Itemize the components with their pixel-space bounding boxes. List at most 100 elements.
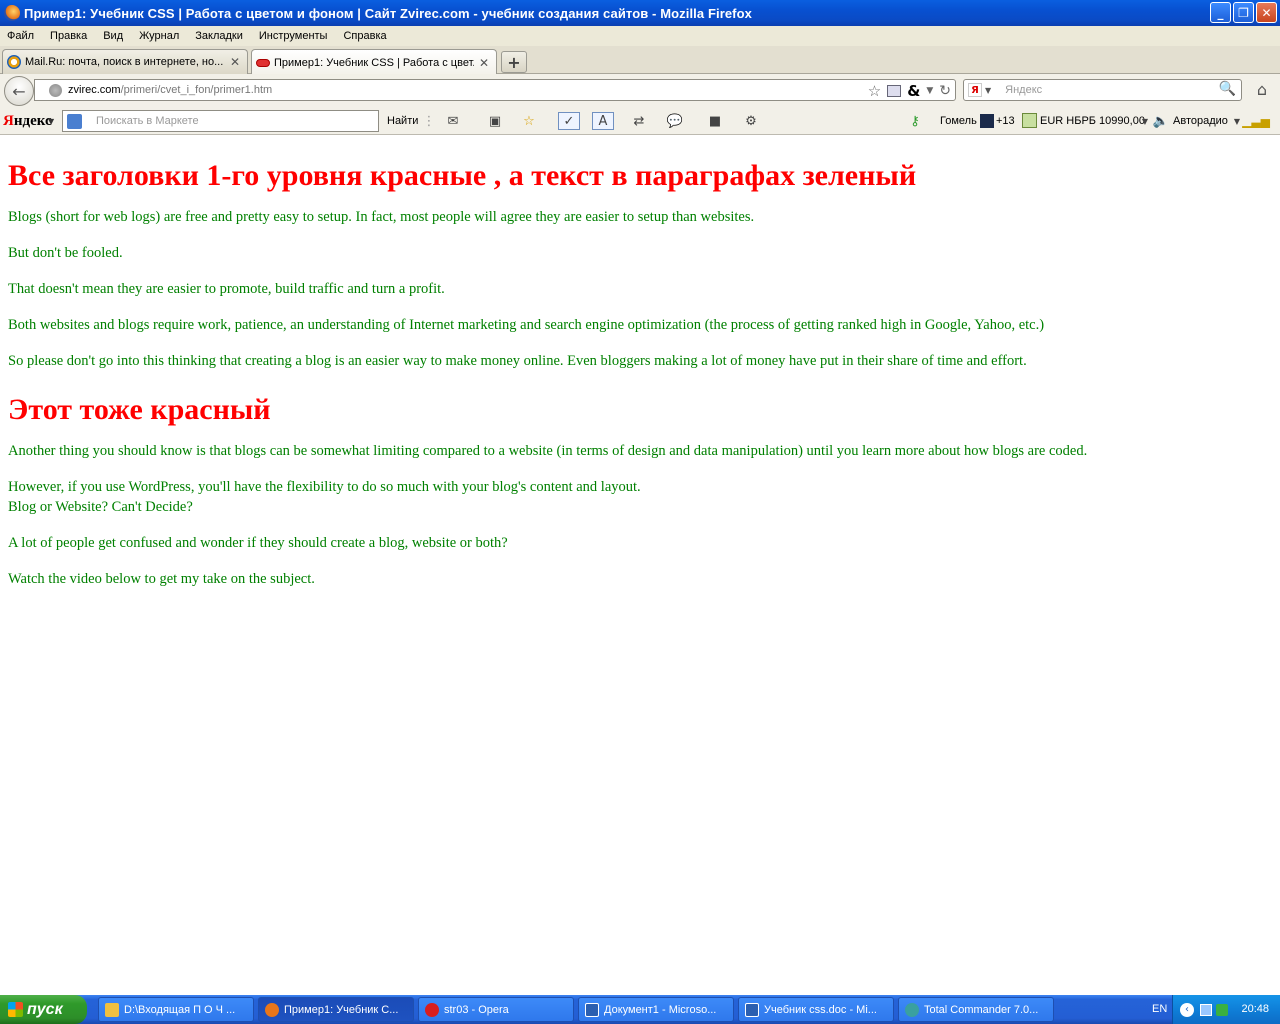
search-box[interactable]: Я ▼ Яндекс 🔍: [963, 79, 1242, 101]
paragraph-green: That doesn't mean they are easier to pro…: [8, 281, 445, 297]
tab-mailru[interactable]: Mail.Ru: почта, поиск в интернете, но...…: [2, 49, 248, 74]
tab-close-icon[interactable]: ✕: [229, 55, 241, 69]
tab-label: Mail.Ru: почта, поиск в интернете, но...: [25, 56, 224, 68]
currency-rate[interactable]: EUR НБРБ 10990,00: [1040, 115, 1145, 127]
tab-bar: Mail.Ru: почта, поиск в интернете, но...…: [0, 46, 1280, 75]
paragraph-green: So please don't go into this thinking th…: [8, 353, 1027, 369]
yandex-menu-dropdown-icon[interactable]: ▼: [48, 117, 54, 126]
menu-history[interactable]: Журнал: [139, 30, 186, 42]
task-label: str03 - Opera: [444, 1003, 509, 1016]
bookmarks-folder-icon[interactable]: ▣: [484, 112, 506, 130]
heading-red-second: Этот тоже красный: [8, 393, 271, 426]
heading-red-first: Все заголовки 1-го уровня красные , а те…: [8, 159, 917, 192]
windows-taskbar: пуск D:\Входящая П О Ч ... Пример1: Учеб…: [0, 995, 1280, 1024]
paragraph-green: A lot of people get confused and wonder …: [8, 535, 508, 551]
search-icon[interactable]: 🔍: [1219, 81, 1236, 97]
navigation-bar: zvirec.com/primeri/cvet_i_fon/primer1.ht…: [0, 74, 1280, 107]
clock[interactable]: 20:48: [1241, 1003, 1269, 1015]
home-button[interactable]: ⌂: [1252, 80, 1272, 100]
settings-gear-icon[interactable]: ⚙: [740, 112, 762, 130]
paragraph-green: Blogs (short for web logs) are free and …: [8, 209, 755, 225]
opera-icon: [425, 1002, 439, 1017]
tab-close-icon[interactable]: ✕: [478, 56, 490, 70]
chat-bubble-icon[interactable]: 💬: [664, 112, 686, 130]
page-content: Все заголовки 1-го уровня красные , а те…: [0, 135, 1280, 995]
task-firefox[interactable]: Пример1: Учебник С...: [258, 997, 414, 1022]
task-label: Документ1 - Microso...: [604, 1003, 717, 1016]
url-host: zvirec.com: [68, 84, 121, 96]
dictionary-icon[interactable]: A: [592, 112, 614, 130]
market-search-input[interactable]: Поискать в Маркете: [62, 110, 379, 132]
language-indicator[interactable]: EN: [1152, 1003, 1167, 1015]
mailru-icon: [7, 55, 21, 69]
market-placeholder: Поискать в Маркете: [96, 115, 199, 127]
menu-file[interactable]: Файл: [7, 30, 41, 42]
find-button[interactable]: Найти: [387, 115, 418, 127]
restore-button[interactable]: ❐: [1233, 2, 1254, 23]
url-bar-icons: ☆ & ▼ ↻: [868, 82, 951, 100]
bookmark-star-icon[interactable]: ☆: [868, 82, 881, 100]
search-engine-dropdown-icon[interactable]: ▼: [985, 86, 991, 95]
translate-icon[interactable]: [887, 85, 902, 97]
site-favicon-icon: [256, 58, 270, 67]
menu-bookmarks[interactable]: Закладки: [195, 30, 250, 42]
firefox-icon: [4, 5, 20, 21]
task-explorer[interactable]: D:\Входящая П О Ч ...: [98, 997, 254, 1022]
menu-tools[interactable]: Инструменты: [259, 30, 335, 42]
task-label: Пример1: Учебник С...: [284, 1003, 399, 1016]
menu-view[interactable]: Вид: [103, 30, 130, 42]
url-path: /primeri/cvet_i_fon/primer1.htm: [120, 84, 273, 96]
task-opera[interactable]: str03 - Opera: [418, 997, 574, 1022]
back-button[interactable]: ←: [4, 76, 34, 106]
task-word-document1[interactable]: Документ1 - Microso...: [578, 997, 734, 1022]
menu-help[interactable]: Справка: [343, 30, 393, 42]
apps-cube-icon[interactable]: ■: [704, 112, 726, 130]
close-button[interactable]: ✕: [1256, 2, 1277, 23]
window-title-bar[interactable]: Пример1: Учебник CSS | Работа с цветом и…: [0, 0, 1280, 26]
reload-icon[interactable]: ↻: [939, 83, 951, 99]
radio-dropdown-icon[interactable]: ▼: [1232, 112, 1242, 130]
url-bar[interactable]: zvirec.com/primeri/cvet_i_fon/primer1.ht…: [34, 79, 956, 101]
firefox-icon: [265, 1002, 279, 1017]
speaker-muted-icon[interactable]: 🔈: [1152, 112, 1170, 130]
start-label: пуск: [27, 1000, 63, 1018]
system-tray: ‹ 20:48: [1172, 995, 1280, 1024]
yandex-logo-y: Я: [3, 113, 14, 129]
tab-primer1[interactable]: Пример1: Учебник CSS | Работа с цвет... …: [251, 49, 497, 75]
spellcheck-icon[interactable]: ✓: [558, 112, 580, 130]
menu-edit[interactable]: Правка: [50, 30, 94, 42]
dropdown-arrow-icon[interactable]: ▼: [926, 86, 933, 96]
paragraph-green: Both websites and blogs require work, pa…: [8, 317, 1045, 333]
site-identity-icon: [49, 83, 62, 97]
new-tab-button[interactable]: +: [501, 51, 527, 73]
paragraph-green: Another thing you should know is that bl…: [8, 443, 1088, 459]
task-total-commander[interactable]: Total Commander 7.0...: [898, 997, 1054, 1022]
paragraph-green: Watch the video below to get my take on …: [8, 571, 315, 587]
window-controls: _ ❐ ✕: [1210, 2, 1277, 23]
paragraph-green: Blog or Website? Can't Decide?: [8, 499, 193, 515]
paragraph-green: However, if you use WordPress, you'll ha…: [8, 479, 641, 495]
yandex-toolbar: Яндекс ▼ Поискать в Маркете Найти ⋮ ✉ ▣ …: [0, 107, 1280, 135]
yandex-search-icon[interactable]: Я: [968, 83, 982, 97]
windows-logo-icon: [8, 1002, 23, 1017]
favorites-star-icon[interactable]: ☆: [518, 112, 540, 130]
tab-label: Пример1: Учебник CSS | Работа с цвет...: [274, 56, 474, 69]
paragraph-green: But don't be fooled.: [8, 245, 123, 261]
mail-icon[interactable]: ✉: [442, 112, 464, 130]
weather-city[interactable]: Гомель: [940, 115, 977, 127]
security-icon[interactable]: [1216, 1003, 1228, 1016]
start-button[interactable]: пуск: [0, 995, 87, 1024]
currency-dropdown-icon[interactable]: ▼: [1140, 112, 1150, 130]
minimize-button[interactable]: _: [1210, 2, 1231, 23]
word-icon: [585, 1002, 599, 1017]
market-icon[interactable]: [67, 113, 82, 129]
yandex-logo[interactable]: Яндекс: [3, 113, 52, 130]
radio-station[interactable]: Авторадио: [1173, 115, 1228, 127]
tray-expand-icon[interactable]: ‹: [1180, 1002, 1194, 1017]
task-word-css-doc[interactable]: Учебник css.doc - Mi...: [738, 997, 894, 1022]
ampersand-icon[interactable]: &: [907, 82, 920, 100]
weather-temperature[interactable]: +13: [996, 115, 1015, 127]
network-icon[interactable]: [1200, 1003, 1212, 1016]
key-icon[interactable]: ⚷: [904, 112, 926, 130]
translate-toolbar-icon[interactable]: ⇄: [628, 112, 650, 130]
